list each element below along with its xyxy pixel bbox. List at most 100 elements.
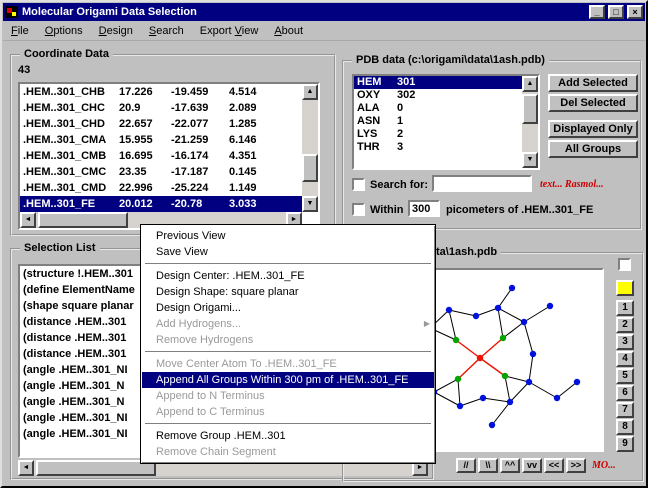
scrollbar-thumb[interactable] [522,94,538,124]
palette-number-button[interactable]: 8 [616,419,634,435]
coordinate-cell: 16.695 [119,148,171,164]
coordinate-row[interactable]: .HEM..301_CHB17.226-19.4594.514 [20,84,302,100]
context-menu-item[interactable]: Remove Group .HEM..301 [142,428,434,444]
context-menu-item[interactable]: Design Origami... [142,300,434,316]
color-swatch-yellow[interactable] [616,280,634,296]
pdb-row[interactable]: THR3 [354,141,522,154]
scroll-down-icon[interactable]: ▼ [302,196,318,212]
coordinate-row[interactable]: .HEM..301_FE20.012-20.783.033 [20,196,302,212]
pdb-row[interactable]: OXY302 [354,89,522,102]
menubar-item-export-view[interactable]: Export View [192,23,267,39]
context-menu-item[interactable]: Design Shape: square planar [142,284,434,300]
pdb-data-group: PDB data (c:\origami\data\1ash.pdb) HEM3… [342,60,642,230]
coordinate-cell: 1.285 [229,116,257,132]
context-menu-item[interactable]: Design Center: .HEM..301_FE [142,268,434,284]
context-menu-item[interactable]: Previous View [142,228,434,244]
scroll-up-icon[interactable]: ▲ [302,84,318,100]
minimize-button[interactable]: _ [589,5,605,19]
coordinate-cell: -22.077 [171,116,229,132]
palette-number-button[interactable]: 5 [616,368,634,384]
scrollbar-thumb[interactable] [302,154,318,182]
palette-number-button[interactable]: 2 [616,317,634,333]
viewer-nav-button[interactable]: ^^ [500,458,520,473]
pdb-group-number: 3 [397,141,403,154]
menu-separator [145,263,431,265]
menubar-item-options[interactable]: Options [37,23,91,39]
coordinate-cell: .HEM..301_CMD [23,180,119,196]
displayed-only-button[interactable]: Displayed Only [548,120,638,138]
add-selected-button[interactable]: Add Selected [548,74,638,92]
pdb-row[interactable]: LYS2 [354,128,522,141]
menu-item-label: Remove Group .HEM..301 [156,430,286,442]
coordinate-listbox[interactable]: .HEM..301_CHB17.226-19.4594.514.HEM..301… [18,82,320,230]
scroll-up-icon[interactable]: ▲ [522,76,538,92]
title-bar[interactable]: Molecular Origami Data Selection _ □ × [3,3,645,21]
viewer-nav-button[interactable]: >> [566,458,586,473]
palette-number-button[interactable]: 7 [616,402,634,418]
viewer-title: ta\1ash.pdb [432,246,501,258]
pdb-group-number: 2 [397,128,403,141]
within-input[interactable] [408,200,440,217]
palette-number-button[interactable]: 6 [616,385,634,401]
pdb-group-number: 1 [397,115,403,128]
menubar-item-about[interactable]: About [266,23,311,39]
coordinate-row[interactable]: .HEM..301_CHD22.657-22.0771.285 [20,116,302,132]
search-checkbox[interactable] [352,178,365,191]
context-menu-item: Append to N Terminus [142,388,434,404]
coordinate-cell: 23.35 [119,164,171,180]
menubar-item-file[interactable]: File [3,23,37,39]
palette-number-button[interactable]: 1 [616,300,634,316]
pdb-group-name: OXY [357,89,397,102]
scrollbar-thumb[interactable] [36,460,156,476]
pdb-vertical-scrollbar[interactable]: ▲ ▼ [522,76,538,168]
palette-number-button[interactable]: 9 [616,436,634,452]
search-input[interactable] [432,175,532,192]
all-groups-button[interactable]: All Groups [548,140,638,158]
within-label: Within [370,204,404,216]
menubar-item-design[interactable]: Design [91,23,141,39]
menu-item-label: Remove Hydrogens [156,334,253,346]
viewer-nav-button[interactable]: << [544,458,564,473]
coordinate-vertical-scrollbar[interactable]: ▲ ▼ [302,84,318,212]
palette-number-button[interactable]: 3 [616,334,634,350]
coordinate-row[interactable]: .HEM..301_CMB16.695-16.1744.351 [20,148,302,164]
coordinate-row[interactable]: .HEM..301_CMA15.955-21.2596.146 [20,132,302,148]
coordinate-cell: .HEM..301_CMA [23,132,119,148]
within-checkbox[interactable] [352,203,365,216]
app-icon [5,5,19,19]
coordinate-cell: .HEM..301_CMB [23,148,119,164]
scrollbar-thumb[interactable] [38,212,128,228]
coordinate-row[interactable]: .HEM..301_CMD22.996-25.2241.149 [20,180,302,196]
coordinate-cell: -17.639 [171,100,229,116]
menu-item-label: Design Shape: square planar [156,286,298,298]
palette-number-button[interactable]: 4 [616,351,634,367]
coordinate-row[interactable]: .HEM..301_CHC20.9-17.6392.089 [20,100,302,116]
viewer-nav-button[interactable]: \\ [478,458,498,473]
menubar-item-search[interactable]: Search [141,23,192,39]
menu-item-label: Append to C Terminus [156,406,265,418]
pdb-row[interactable]: HEM301 [354,76,522,89]
coordinate-row[interactable]: .HEM..301_CMC23.35-17.1870.145 [20,164,302,180]
pdb-row[interactable]: ALA0 [354,102,522,115]
scroll-down-icon[interactable]: ▼ [522,152,538,168]
mo-note: MO... [592,460,616,471]
viewer-nav-button[interactable]: // [456,458,476,473]
scroll-left-icon[interactable]: ◄ [18,460,34,476]
coordinate-cell: 1.149 [229,180,257,196]
viewer-nav-button[interactable]: vv [522,458,542,473]
context-menu: Previous View Save View Design Center: .HE… [140,224,436,464]
pdb-row[interactable]: ASN1 [354,115,522,128]
pdb-group-name: LYS [357,128,397,141]
coordinate-cell: 22.657 [119,116,171,132]
del-selected-button[interactable]: Del Selected [548,94,638,112]
maximize-button[interactable]: □ [608,5,624,19]
context-menu-item[interactable]: Save View [142,244,434,260]
context-menu-item[interactable]: Append All Groups Within 300 pm of .HEM.… [142,372,434,388]
pdb-listbox[interactable]: HEM301OXY302ALA0ASN1LYS2THR3 ▲ ▼ [352,74,540,170]
menu-bar: FileOptionsDesignSearchExport ViewAbout [3,22,645,41]
viewer-checkbox[interactable] [618,258,631,271]
coordinate-cell: .HEM..301_CHB [23,84,119,100]
scroll-left-icon[interactable]: ◄ [20,212,36,228]
menu-item-label: Save View [156,246,208,258]
close-button[interactable]: × [627,5,643,19]
